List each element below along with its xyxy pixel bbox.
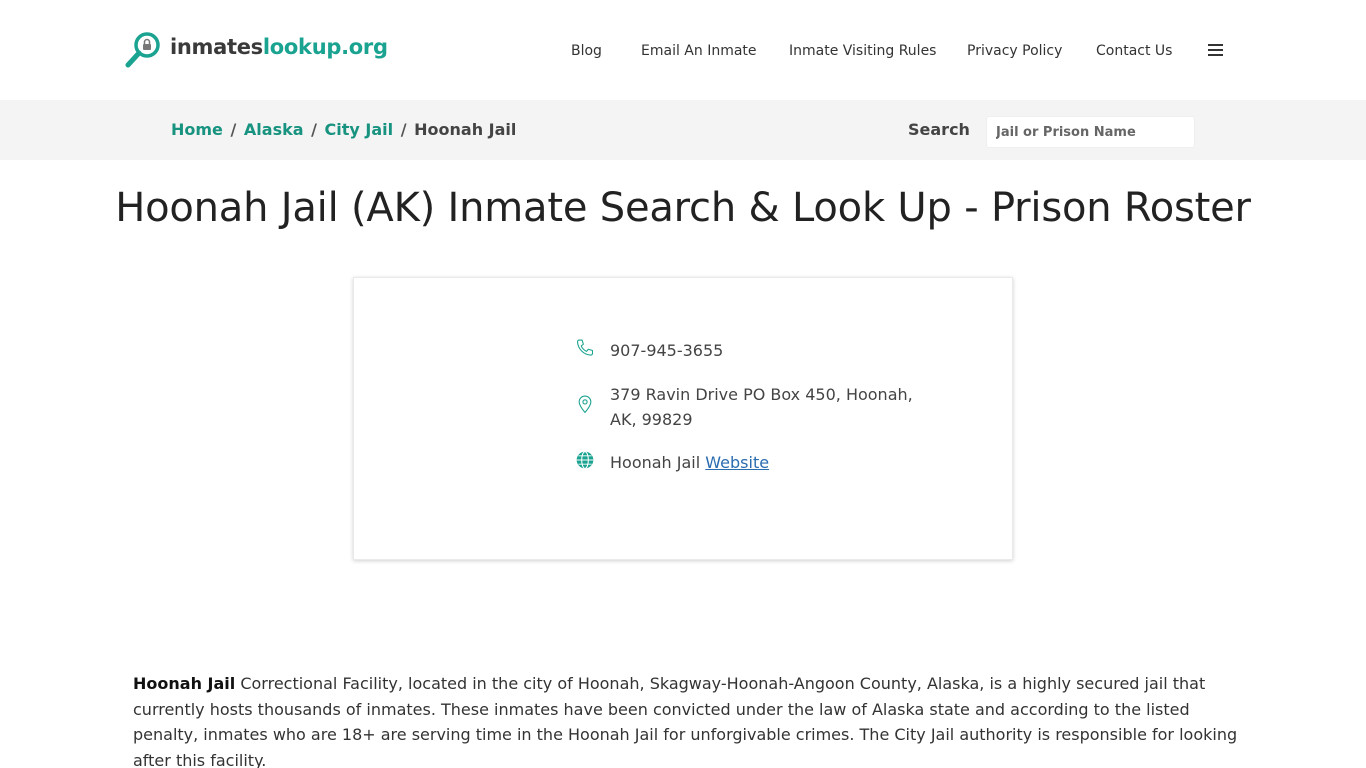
search-input[interactable] bbox=[986, 116, 1195, 148]
breadcrumb-separator: / bbox=[230, 120, 237, 139]
breadcrumb-city-jail[interactable]: City Jail bbox=[325, 120, 394, 139]
breadcrumb-alaska[interactable]: Alaska bbox=[244, 120, 304, 139]
facility-description-text: Correctional Facility, located in the ci… bbox=[133, 674, 1238, 768]
search-label: Search bbox=[908, 120, 970, 139]
breadcrumb-separator: / bbox=[311, 120, 317, 139]
breadcrumb: Home / Alaska / City Jail / Hoonah Jail bbox=[171, 119, 516, 141]
website-prefix: Hoonah Jail bbox=[610, 453, 701, 472]
facility-description: Hoonah Jail Correctional Facility, locat… bbox=[133, 671, 1243, 768]
phone-number[interactable]: 907-945-3655 bbox=[610, 338, 723, 363]
nav-email-an-inmate[interactable]: Email An Inmate bbox=[641, 40, 757, 62]
facility-address: 379 Ravin Drive PO Box 450, Hoonah, AK, … bbox=[610, 385, 913, 429]
facility-info-card: 907-945-3655 379 Ravin Drive PO Box 450,… bbox=[353, 277, 1013, 560]
breadcrumb-current: Hoonah Jail bbox=[414, 120, 517, 139]
nav-contact-us[interactable]: Contact Us bbox=[1096, 40, 1172, 62]
phone-row: 907-945-3655 bbox=[575, 338, 723, 363]
site-header: inmateslookup.org Blog Email An Inmate I… bbox=[0, 0, 1366, 100]
main-nav: Blog Email An Inmate Inmate Visiting Rul… bbox=[0, 40, 1366, 62]
breadcrumb-separator: / bbox=[400, 120, 407, 139]
map-pin-icon bbox=[578, 395, 592, 414]
page-title: Hoonah Jail (AK) Inmate Search & Look Up… bbox=[115, 185, 1251, 231]
phone-icon bbox=[576, 339, 594, 356]
nav-privacy-policy[interactable]: Privacy Policy bbox=[967, 40, 1062, 62]
website-row: Hoonah Jail Website bbox=[575, 450, 769, 475]
address-row: 379 Ravin Drive PO Box 450, Hoonah, AK, … bbox=[575, 382, 935, 432]
globe-icon bbox=[576, 451, 594, 469]
facility-name-bold: Hoonah Jail bbox=[133, 674, 236, 693]
hamburger-menu-icon[interactable] bbox=[1208, 44, 1223, 57]
breadcrumb-home[interactable]: Home bbox=[171, 120, 223, 139]
nav-blog[interactable]: Blog bbox=[571, 40, 602, 62]
nav-inmate-visiting-rules[interactable]: Inmate Visiting Rules bbox=[789, 40, 936, 62]
website-link[interactable]: Website bbox=[705, 453, 769, 472]
website-line: Hoonah Jail Website bbox=[610, 450, 769, 475]
